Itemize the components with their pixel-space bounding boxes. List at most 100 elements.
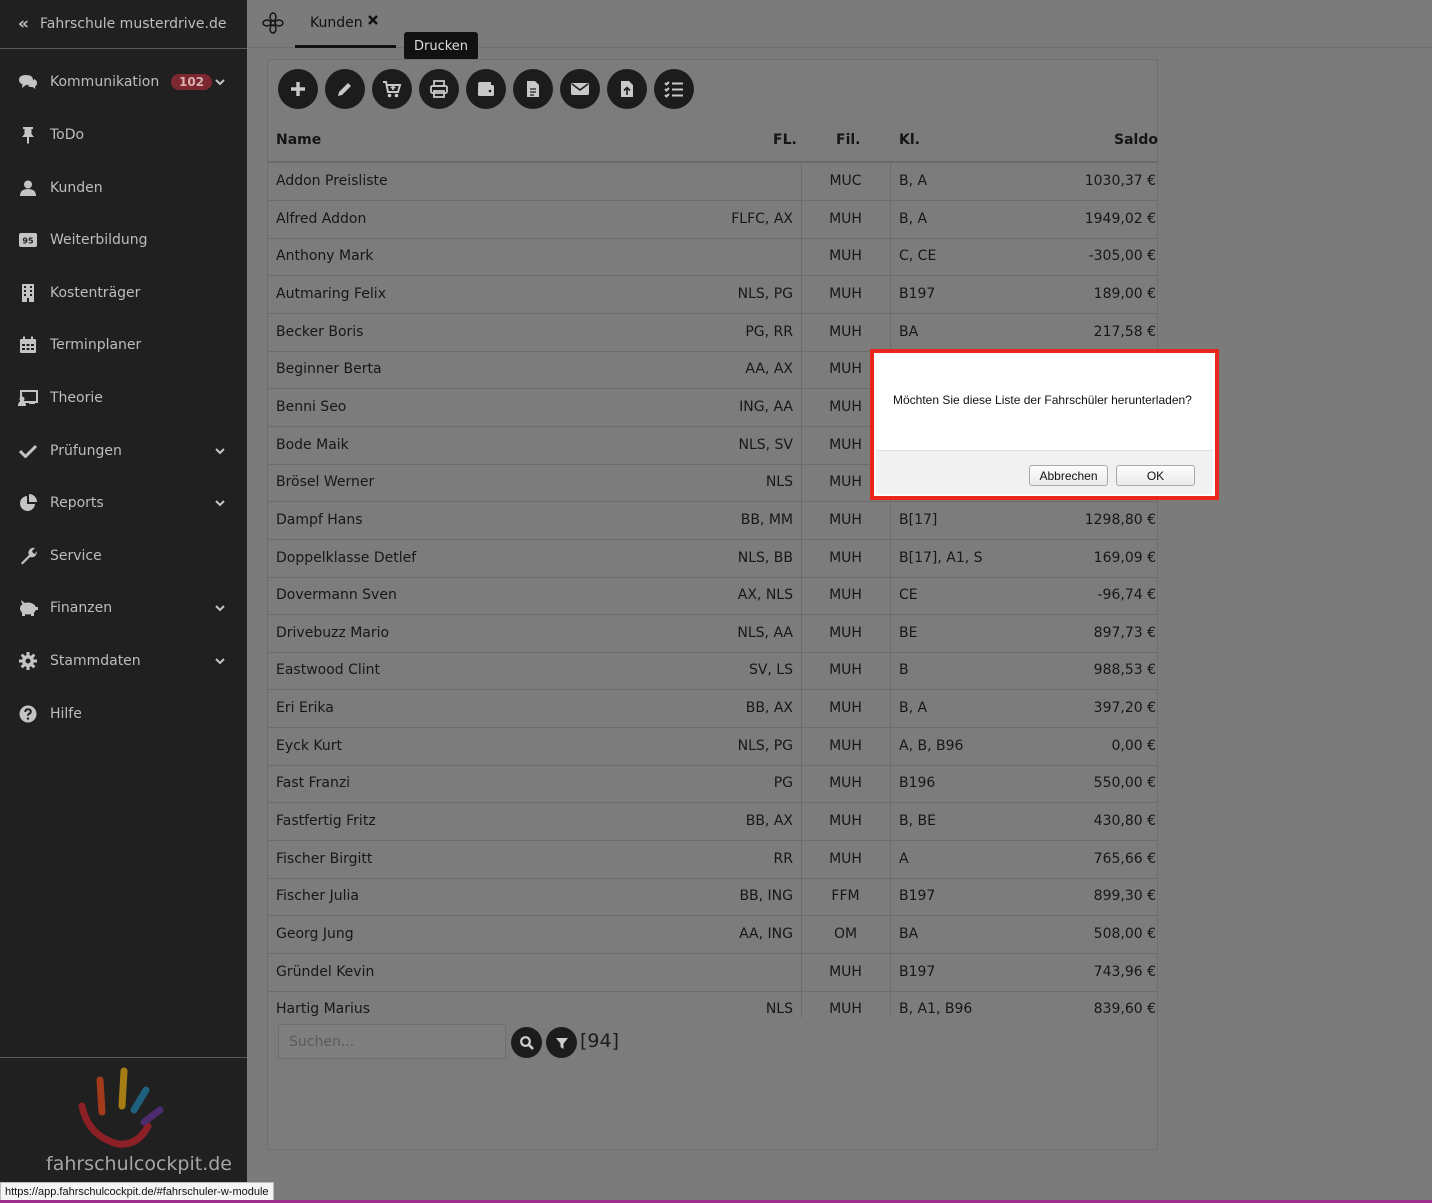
col-saldo[interactable]: Saldo <box>1114 132 1158 148</box>
tab-kunden[interactable]: Kunden <box>295 0 396 48</box>
table-row[interactable]: Drivebuzz Mario NLS, AA MUH BE 897,73 € <box>267 615 1158 653</box>
cell-kl: BE <box>899 625 918 641</box>
sidebar-item-kommunikation[interactable]: Kommunikation 102 <box>0 62 247 102</box>
sidebar-item-todo[interactable]: ToDo <box>0 115 247 155</box>
mail-button[interactable] <box>560 69 600 109</box>
wrench-icon <box>18 547 38 565</box>
cell-fl: AA, AX <box>745 361 793 377</box>
cell-fil: MUH <box>829 474 862 490</box>
sidebar-item-kunden[interactable]: Kunden <box>0 168 247 208</box>
table-row[interactable]: Eyck Kurt NLS, PG MUH A, B, B96 0,00 € <box>267 728 1158 766</box>
sidebar-item-terminplaner[interactable]: Terminplaner <box>0 325 247 365</box>
filter-button[interactable] <box>546 1027 577 1058</box>
table-row[interactable]: Anthony Mark MUH C, CE -305,00 € <box>267 238 1158 276</box>
col-name[interactable]: Name <box>276 132 321 148</box>
checklist-icon <box>664 80 684 98</box>
sidebar-item-kostentr-ger[interactable]: Kostenträger <box>0 273 247 313</box>
table-row[interactable]: Georg Jung AA, ING OM BA 508,00 € <box>267 916 1158 954</box>
cell-name: Hartig Marius <box>276 1001 371 1017</box>
chevron-down-icon[interactable] <box>214 445 226 461</box>
cell-fil: MUH <box>829 964 862 980</box>
table-row[interactable]: Gründel Kevin MUH B197 743,96 € <box>267 954 1158 992</box>
add-button[interactable] <box>278 69 318 109</box>
hand-logo-icon <box>78 1067 164 1148</box>
table-row[interactable]: Fischer Birgitt RR MUH A 765,66 € <box>267 841 1158 879</box>
search-input[interactable]: Suchen... <box>278 1024 506 1059</box>
search-button[interactable] <box>511 1027 542 1058</box>
chevron-down-icon[interactable] <box>214 655 226 671</box>
checklist-button[interactable] <box>654 69 694 109</box>
sidebar-item-label: Kommunikation <box>50 74 160 90</box>
collapse-icon[interactable]: ‹‹ <box>18 14 29 34</box>
cell-saldo: 508,00 € <box>1093 926 1156 942</box>
col-fil[interactable]: Fil. <box>836 132 860 148</box>
print-button[interactable] <box>419 69 459 109</box>
col-fl[interactable]: FL. <box>773 132 797 148</box>
sidebar-item-label: Kostenträger <box>50 285 141 301</box>
table-row[interactable]: Hartig Marius NLS MUH B, A1, B96 839,60 € <box>267 991 1158 1018</box>
ok-button[interactable]: OK <box>1116 465 1195 486</box>
sidebar-item-label: Finanzen <box>50 600 113 616</box>
cell-name: Drivebuzz Mario <box>276 625 390 641</box>
cell-fl: NLS, PG <box>737 286 793 302</box>
chat-icon <box>18 73 38 91</box>
add-icon <box>289 80 307 98</box>
cell-name: Becker Boris <box>276 324 364 340</box>
sidebar-item-finanzen[interactable]: Finanzen <box>0 588 247 628</box>
cell-kl: B, A <box>899 211 928 227</box>
cell-fl: PG <box>773 775 793 791</box>
close-icon[interactable] <box>367 14 379 30</box>
sidebar-item-label: Stammdaten <box>50 653 141 669</box>
sidebar-header[interactable]: ‹‹ Fahrschule musterdrive.de <box>0 0 247 49</box>
cell-kl: A <box>899 851 909 867</box>
document-button[interactable] <box>513 69 553 109</box>
table-row[interactable]: Eri Erika BB, AX MUH B, A 397,20 € <box>267 690 1158 728</box>
table-row[interactable]: Fastfertig Fritz BB, AX MUH B, BE 430,80 € <box>267 803 1158 841</box>
cell-fil: MUH <box>829 813 862 829</box>
table-row[interactable]: Dampf Hans BB, MM MUH B[17] 1298,80 € <box>267 502 1158 540</box>
cell-name: Fastfertig Fritz <box>276 813 376 829</box>
sidebar-item-theorie[interactable]: Theorie <box>0 378 247 418</box>
cell-fil: MUH <box>829 550 862 566</box>
cell-saldo: 1298,80 € <box>1084 512 1156 528</box>
sidebar-item-hilfe[interactable]: Hilfe <box>0 694 247 734</box>
cancel-button[interactable]: Abbrechen <box>1029 465 1108 486</box>
chevron-down-icon[interactable] <box>214 602 226 618</box>
wallet-button[interactable] <box>466 69 506 109</box>
cart-button[interactable] <box>372 69 412 109</box>
sidebar-item-label: Kunden <box>50 180 103 196</box>
cell-kl: A, B, B96 <box>899 738 964 754</box>
flower-icon[interactable] <box>262 12 284 38</box>
upload-file-button[interactable] <box>607 69 647 109</box>
sidebar-item-weiterbildung[interactable]: 95 Weiterbildung <box>0 220 247 260</box>
col-kl[interactable]: Kl. <box>899 132 920 148</box>
table-row[interactable]: Dovermann Sven AX, NLS MUH CE -96,74 € <box>267 577 1158 615</box>
cell-fl: NLS, SV <box>738 437 793 453</box>
cell-fil: MUH <box>829 587 862 603</box>
cell-fil: MUH <box>829 437 862 453</box>
table-row[interactable]: Eastwood Clint SV, LS MUH B 988,53 € <box>267 652 1158 690</box>
sidebar-item-pr-fungen[interactable]: Prüfungen <box>0 431 247 471</box>
cell-fil: MUH <box>829 700 862 716</box>
cell-fl: BB, AX <box>745 700 793 716</box>
table-row[interactable]: Becker Boris PG, RR MUH BA 217,58 € <box>267 314 1158 352</box>
cell-saldo: -305,00 € <box>1088 248 1156 264</box>
cell-fil: MUH <box>829 851 862 867</box>
sidebar-item-reports[interactable]: Reports <box>0 483 247 523</box>
table-row[interactable]: Addon Preisliste MUC B, A 1030,37 € <box>267 163 1158 201</box>
cell-fil: MUH <box>829 775 862 791</box>
table-row[interactable]: Doppelklasse Detlef NLS, BB MUH B[17], A1, … <box>267 540 1158 578</box>
table-body: Addon Preisliste MUC B, A 1030,37 € Alfred A… <box>267 163 1158 1018</box>
app-title: Fahrschule musterdrive.de <box>40 16 227 32</box>
chevron-down-icon[interactable] <box>214 76 226 92</box>
sidebar-item-service[interactable]: Service <box>0 536 247 576</box>
edit-button[interactable] <box>325 69 365 109</box>
cell-kl: B, BE <box>899 813 936 829</box>
chevron-down-icon[interactable] <box>214 497 226 513</box>
sidebar-item-stammdaten[interactable]: Stammdaten <box>0 641 247 681</box>
table-row[interactable]: Fischer Julia BB, ING FFM B197 899,30 € <box>267 878 1158 916</box>
table-row[interactable]: Autmaring Felix NLS, PG MUH B197 189,00 € <box>267 276 1158 314</box>
table-row[interactable]: Fast Franzi PG MUH B196 550,00 € <box>267 765 1158 803</box>
cell-fl: AA, ING <box>739 926 793 942</box>
table-row[interactable]: Alfred Addon FLFC, AX MUH B, A 1949,02 € <box>267 201 1158 239</box>
